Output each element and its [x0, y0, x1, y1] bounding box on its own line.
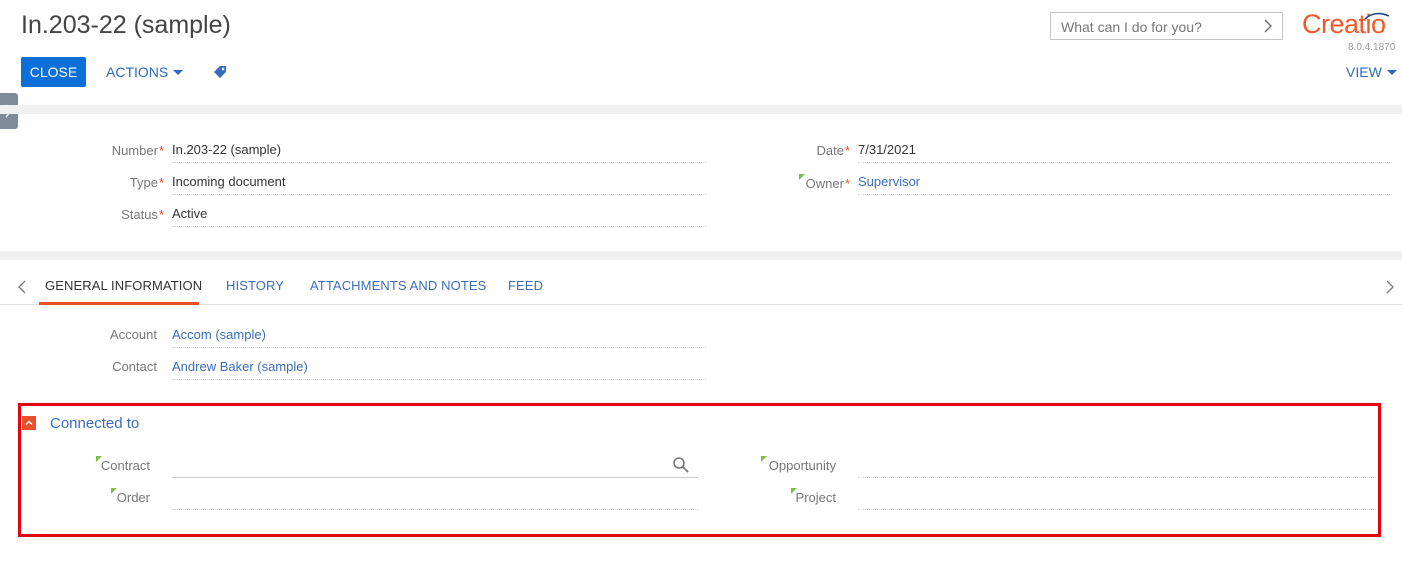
- command-line-search[interactable]: What can I do for you?: [1050, 12, 1283, 40]
- order-field[interactable]: [172, 488, 698, 508]
- actions-button[interactable]: ACTIONS: [106, 57, 184, 87]
- field-underline: [172, 379, 706, 380]
- logo-swoosh-icon: [1364, 11, 1390, 30]
- version-label: 8.0.4.1870: [1348, 42, 1396, 53]
- caret-down-icon: [1386, 69, 1397, 75]
- contact-label: Contact: [112, 359, 157, 374]
- order-label: Order: [116, 490, 150, 505]
- collapse-group-button[interactable]: [22, 416, 36, 430]
- chevron-right-icon[interactable]: [1262, 16, 1274, 41]
- active-tab-indicator: [39, 302, 199, 305]
- tab-history[interactable]: HISTORY: [226, 278, 284, 293]
- owner-link[interactable]: Supervisor: [858, 174, 920, 189]
- tab-feed[interactable]: FEED: [508, 278, 543, 293]
- account-link[interactable]: Accom (sample): [172, 327, 266, 342]
- tab-scroll-left-icon[interactable]: [17, 279, 27, 300]
- date-label: Date*: [816, 143, 850, 158]
- project-label: Project: [795, 490, 836, 505]
- close-button-label: CLOSE: [29, 64, 78, 80]
- account-label: Account: [110, 327, 157, 342]
- close-button[interactable]: CLOSE: [21, 57, 86, 87]
- tab-bar-border: [0, 304, 1402, 305]
- field-underline: [172, 194, 706, 195]
- opportunity-label: Opportunity: [768, 458, 836, 473]
- actions-button-label: ACTIONS: [106, 64, 169, 80]
- status-label: Status*: [121, 207, 164, 222]
- number-value[interactable]: In.203-22 (sample): [172, 142, 281, 157]
- contact-link[interactable]: Andrew Baker (sample): [172, 359, 308, 374]
- record-page: In.203-22 (sample) What can I do for you…: [0, 0, 1402, 586]
- tab-general-information[interactable]: GENERAL INFORMATION: [45, 278, 202, 293]
- tag-icon[interactable]: [213, 65, 228, 85]
- search-placeholder: What can I do for you?: [1061, 19, 1202, 35]
- project-field[interactable]: [858, 488, 1376, 508]
- page-title: In.203-22 (sample): [21, 11, 231, 39]
- type-label: Type*: [129, 175, 164, 190]
- field-underline: [172, 226, 706, 227]
- field-underline: [172, 509, 698, 510]
- status-value[interactable]: Active: [172, 206, 207, 221]
- section-divider: [0, 105, 1402, 114]
- section-divider: [0, 251, 1402, 260]
- field-underline: [172, 347, 706, 348]
- number-label: Number*: [111, 143, 164, 158]
- field-underline: [858, 194, 1392, 195]
- tab-attachments-and-notes[interactable]: ATTACHMENTS AND NOTES: [310, 278, 486, 293]
- caret-down-icon: [173, 69, 184, 75]
- group-title-connected-to[interactable]: Connected to: [50, 415, 139, 432]
- field-underline: [858, 509, 1376, 510]
- date-value[interactable]: 7/31/2021: [858, 142, 916, 157]
- type-value[interactable]: Incoming document: [172, 174, 285, 189]
- field-underline: [858, 162, 1392, 163]
- opportunity-field[interactable]: [858, 456, 1376, 476]
- contract-label: Contract: [100, 458, 150, 473]
- field-underline: [172, 162, 706, 163]
- view-button-label: VIEW: [1346, 64, 1382, 80]
- field-underline: [858, 477, 1376, 478]
- tab-scroll-right-icon[interactable]: [1385, 279, 1395, 300]
- field-underline: [172, 477, 698, 478]
- view-button[interactable]: VIEW: [1346, 57, 1397, 87]
- search-icon[interactable]: [672, 456, 690, 479]
- contract-field[interactable]: [172, 456, 698, 476]
- owner-label: Owner*: [805, 176, 850, 191]
